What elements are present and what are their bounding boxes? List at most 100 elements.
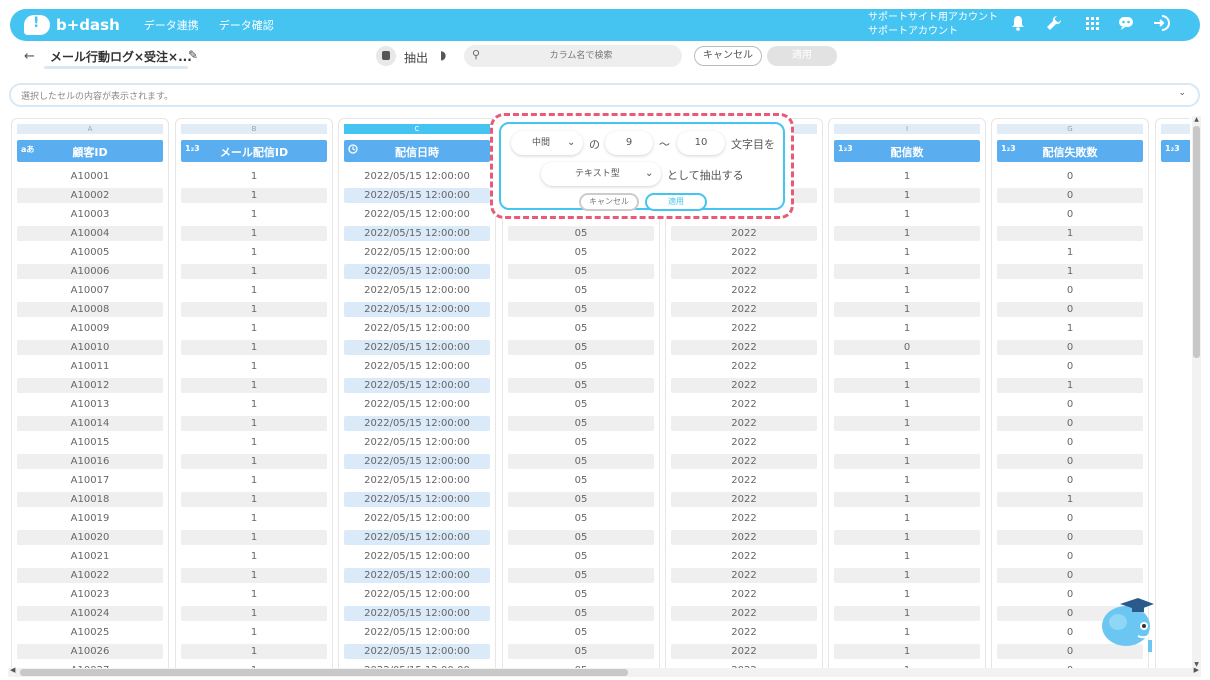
table-cell[interactable]: 05: [508, 397, 654, 412]
table-cell[interactable]: 1: [834, 454, 980, 469]
account-info[interactable]: サポートサイト用アカウント サポートアカウント: [868, 11, 998, 39]
table-cell[interactable]: 1: [181, 530, 327, 545]
table-cell[interactable]: 0: [997, 169, 1143, 184]
back-arrow-icon[interactable]: ←: [24, 49, 35, 64]
table-cell[interactable]: A10026: [17, 644, 163, 659]
table-cell[interactable]: 2022/05/15 12:00:00: [344, 530, 490, 545]
column-letter[interactable]: I: [834, 124, 980, 134]
table-cell[interactable]: 2022/05/15 12:00:00: [344, 359, 490, 374]
table-cell[interactable]: 2022/05/15 12:00:00: [344, 207, 490, 222]
table-cell[interactable]: 1: [181, 169, 327, 184]
scroll-left-icon[interactable]: ◀: [10, 666, 15, 674]
table-cell[interactable]: 1: [181, 378, 327, 393]
table-cell[interactable]: A10018: [17, 492, 163, 507]
scroll-up-icon[interactable]: ▲: [1192, 116, 1201, 123]
column-letter[interactable]: A: [17, 124, 163, 134]
table-cell[interactable]: A10022: [17, 568, 163, 583]
table-cell[interactable]: A10010: [17, 340, 163, 355]
table-cell[interactable]: 1: [997, 321, 1143, 336]
table-cell[interactable]: 2022/05/15 12:00:00: [344, 340, 490, 355]
table-cell[interactable]: 0: [997, 188, 1143, 203]
table-cell[interactable]: 2022/05/15 12:00:00: [344, 568, 490, 583]
table-cell[interactable]: A10006: [17, 264, 163, 279]
vertical-scrollbar[interactable]: ▲ ▼: [1192, 116, 1201, 668]
table-cell[interactable]: 0: [997, 302, 1143, 317]
cell-content-bar[interactable]: 選択したセルの内容が表示されます。 ⌄: [9, 83, 1200, 107]
table-cell[interactable]: 1: [181, 321, 327, 336]
table-cell[interactable]: 2022/05/15 12:00:00: [344, 644, 490, 659]
shield-icon[interactable]: ◗: [440, 48, 446, 62]
table-cell[interactable]: 1: [181, 397, 327, 412]
table-cell[interactable]: 2022/05/15 12:00:00: [344, 435, 490, 450]
table-cell[interactable]: 05: [508, 321, 654, 336]
table-cell[interactable]: 2022/05/15 12:00:00: [344, 283, 490, 298]
vertical-scroll-thumb[interactable]: [1193, 126, 1200, 358]
table-cell[interactable]: 1: [834, 188, 980, 203]
table-cell[interactable]: A10005: [17, 245, 163, 260]
table-cell[interactable]: A10004: [17, 226, 163, 241]
table-cell[interactable]: 1: [834, 321, 980, 336]
table-cell[interactable]: 0: [997, 511, 1143, 526]
table-cell[interactable]: 05: [508, 416, 654, 431]
table-cell[interactable]: 2022: [671, 644, 817, 659]
table-cell[interactable]: A10008: [17, 302, 163, 317]
table-cell[interactable]: 05: [508, 226, 654, 241]
logo[interactable]: b+dash: [24, 15, 120, 35]
table-cell[interactable]: 2022: [671, 245, 817, 260]
table-cell[interactable]: 0: [997, 473, 1143, 488]
table-cell[interactable]: A10012: [17, 378, 163, 393]
table-cell[interactable]: 1: [834, 283, 980, 298]
table-cell[interactable]: 1: [181, 511, 327, 526]
pencil-icon[interactable]: ✎: [188, 48, 198, 62]
table-cell[interactable]: 2022/05/15 12:00:00: [344, 625, 490, 640]
table-cell[interactable]: A10021: [17, 549, 163, 564]
table-cell[interactable]: 05: [508, 473, 654, 488]
table-cell[interactable]: 1: [181, 416, 327, 431]
column-header[interactable]: 1₂3 配信数: [834, 140, 980, 162]
table-cell[interactable]: 2022: [671, 606, 817, 621]
table-cell[interactable]: 2022/05/15 12:00:00: [344, 397, 490, 412]
table-cell[interactable]: 05: [508, 511, 654, 526]
table-cell[interactable]: 1: [181, 492, 327, 507]
table-cell[interactable]: 05: [508, 530, 654, 545]
table-cell[interactable]: 1: [834, 416, 980, 431]
table-cell[interactable]: 05: [508, 435, 654, 450]
table-cell[interactable]: 2022/05/15 12:00:00: [344, 226, 490, 241]
table-cell[interactable]: 1: [181, 340, 327, 355]
table-cell[interactable]: 05: [508, 264, 654, 279]
column-header[interactable]: 1₂3 メール配信ID: [181, 140, 327, 162]
table-cell[interactable]: 05: [508, 492, 654, 507]
column-header[interactable]: aあ 顧客ID: [17, 140, 163, 162]
table-cell[interactable]: 1: [181, 587, 327, 602]
table-cell[interactable]: 1: [181, 207, 327, 222]
table-cell[interactable]: 05: [508, 302, 654, 317]
nav-data-integration[interactable]: データ連携: [144, 17, 199, 33]
table-cell[interactable]: 0: [997, 207, 1143, 222]
table-cell[interactable]: 05: [508, 245, 654, 260]
table-cell[interactable]: 1: [834, 302, 980, 317]
table-cell[interactable]: 1: [834, 397, 980, 412]
table-cell[interactable]: A10011: [17, 359, 163, 374]
table-cell[interactable]: A10025: [17, 625, 163, 640]
table-cell[interactable]: 05: [508, 359, 654, 374]
grid-menu-icon[interactable]: [1082, 15, 1102, 35]
table-cell[interactable]: 05: [508, 283, 654, 298]
table-cell[interactable]: 2022/05/15 12:00:00: [344, 454, 490, 469]
table-cell[interactable]: A10003: [17, 207, 163, 222]
table-cell[interactable]: A10013: [17, 397, 163, 412]
logout-icon[interactable]: [1152, 15, 1172, 35]
table-cell[interactable]: 2022/05/15 12:00:00: [344, 245, 490, 260]
table-cell[interactable]: 1: [834, 568, 980, 583]
column-letter[interactable]: G: [997, 124, 1143, 134]
table-cell[interactable]: 2022/05/15 12:00:00: [344, 302, 490, 317]
table-cell[interactable]: 0: [997, 359, 1143, 374]
table-cell[interactable]: 1: [181, 302, 327, 317]
table-cell[interactable]: A10016: [17, 454, 163, 469]
column-header[interactable]: 1₂3 配信失敗数: [997, 140, 1143, 162]
column-search-input[interactable]: [488, 47, 674, 65]
table-cell[interactable]: 1: [834, 207, 980, 222]
table-cell[interactable]: 0: [997, 568, 1143, 583]
column-search[interactable]: ⚲: [464, 45, 682, 67]
table-cell[interactable]: 1: [834, 549, 980, 564]
horizontal-scroll-thumb[interactable]: [20, 669, 628, 676]
